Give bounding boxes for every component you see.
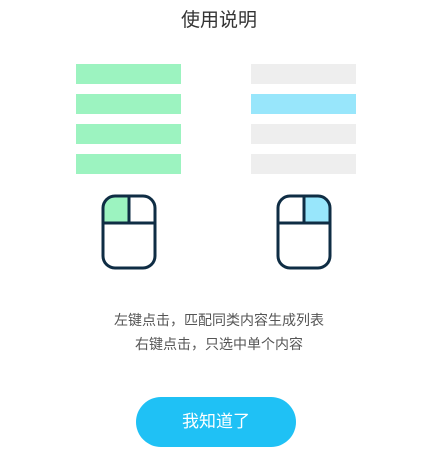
- list-match-illustration: [76, 64, 181, 184]
- got-it-button[interactable]: 我知道了: [136, 397, 296, 447]
- list-item: [76, 64, 181, 84]
- list-item: [251, 124, 356, 144]
- list-item: [76, 124, 181, 144]
- list-item: [76, 94, 181, 114]
- mouse-right-click-icon: [276, 194, 332, 270]
- list-item-selected: [251, 94, 356, 114]
- list-item: [251, 154, 356, 174]
- mouse-left-click-icon: [101, 194, 157, 270]
- single-select-illustration: [251, 64, 356, 184]
- list-item: [76, 154, 181, 174]
- list-item: [251, 64, 356, 84]
- left-click-instruction: 左键点击，匹配同类内容生成列表: [114, 313, 324, 329]
- right-click-instruction: 右键点击，只选中单个内容: [135, 337, 303, 353]
- page-title: 使用说明: [180, 9, 257, 31]
- instructions: 左键点击，匹配同类内容生成列表 右键点击，只选中单个内容: [0, 309, 438, 357]
